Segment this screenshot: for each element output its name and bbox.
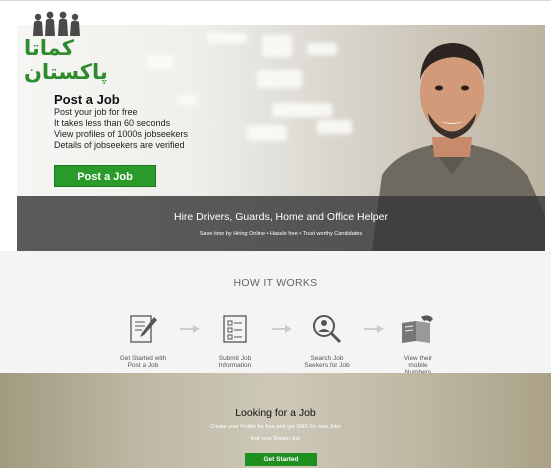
hire-banner: Hire Drivers, Guards, Home and Office He…: [17, 196, 545, 251]
checklist-icon: [223, 315, 247, 343]
write-document-icon: [130, 315, 157, 343]
step-view-numbers[interactable]: View theirmobileNumbers: [383, 313, 453, 376]
background-light: [247, 125, 287, 141]
search-person-icon: [313, 315, 342, 344]
background-light: [272, 103, 332, 117]
hero-line: It takes less than 60 seconds: [54, 118, 171, 128]
background-light: [257, 70, 302, 88]
step-label: Search Job Seekers for Job: [304, 355, 350, 369]
background-light: [317, 120, 352, 134]
hero-line: Details of jobseekers are verified: [54, 140, 185, 150]
site-logo[interactable]: کماتا پاکستان: [20, 10, 120, 84]
arrow-right-icon: [364, 325, 384, 333]
logo-text: کماتا پاکستان: [24, 36, 108, 84]
step-post-job[interactable]: Get Started with Post a Job: [108, 313, 178, 369]
section-title: Looking for a Job: [235, 407, 316, 419]
hero-line: View profiles of 1000s jobseekers: [54, 129, 188, 139]
background-light: [307, 43, 337, 55]
background-light: [177, 95, 197, 105]
looking-for-job-section: Looking for a Job Create your Profile fo…: [0, 373, 551, 468]
step-search-seekers[interactable]: Search Job Seekers for Job: [292, 313, 362, 369]
background-light: [207, 33, 247, 43]
arrow-right-icon: [180, 325, 200, 333]
background-light: [262, 35, 292, 57]
banner-title: Hire Drivers, Guards, Home and Office He…: [174, 211, 388, 223]
step-label: Get Started with Post a Job: [119, 355, 167, 369]
post-job-button[interactable]: Post a Job: [54, 165, 156, 187]
step-label: Submit Job Information: [218, 355, 252, 369]
section-title: HOW IT WORKS: [233, 277, 318, 289]
hero-title: Post a Job: [54, 92, 120, 107]
step-submit-job[interactable]: Submit Job Information: [200, 313, 270, 369]
people-silhouette-icon: [33, 11, 80, 36]
phone-book-icon: [402, 315, 433, 343]
section-subtitle: Create your Profile for free and get SMS…: [210, 424, 341, 430]
background-light: [147, 55, 173, 69]
hero-line: Post your job for free: [54, 107, 138, 117]
section-subtitle: find your Dream Job: [250, 436, 301, 442]
how-it-works-section: HOW IT WORKS Get Started with Post a Job …: [0, 251, 551, 376]
get-started-button[interactable]: Get Started: [245, 453, 317, 466]
banner-subtitle: Save time by Hiring Online • Hassle free…: [199, 231, 363, 237]
top-divider: [0, 0, 551, 1]
arrow-right-icon: [272, 325, 292, 333]
